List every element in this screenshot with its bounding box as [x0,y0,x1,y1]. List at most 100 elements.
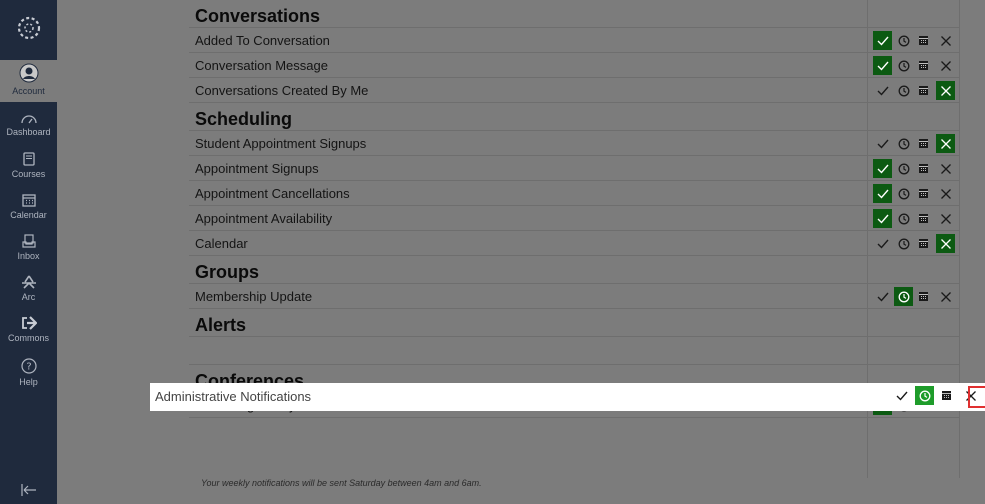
frequency-off-button[interactable] [936,56,955,75]
nav-item-courses[interactable]: Courses [0,152,57,179]
clock-icon [898,85,910,97]
frequency-weekly-button[interactable] [914,159,933,178]
frequency-off-button[interactable] [936,31,955,50]
frequency-weekly-button[interactable] [914,184,933,203]
frequency-immediately-button[interactable] [873,287,892,306]
notification-preferences-table: Conversations Added To Conversation Conver… [189,0,960,504]
close-icon [940,291,952,303]
nav-item-account[interactable]: Account [0,60,57,102]
close-icon [940,60,952,72]
frequency-daily-button[interactable] [894,31,913,50]
frequency-daily-button[interactable] [894,81,913,100]
clock-icon [898,291,910,303]
frequency-off-button[interactable] [936,184,955,203]
clock-icon [898,163,910,175]
clock-icon [898,35,910,47]
frequency-weekly-button[interactable] [914,31,933,50]
check-icon [877,86,889,96]
frequency-weekly-button[interactable] [914,209,933,228]
frequency-off-button[interactable] [936,234,955,253]
user-icon [0,63,57,85]
frequency-daily-button[interactable] [894,234,913,253]
calendar-icon [918,138,929,149]
frequency-off-button[interactable] [936,81,955,100]
frequency-controls [873,209,953,228]
frequency-daily-button[interactable] [894,287,913,306]
frequency-immediately-button[interactable] [873,81,892,100]
notification-name: Appointment Signups [195,161,319,176]
nav-item-calendar[interactable]: Calendar [0,193,57,220]
frequency-immediately-button[interactable] [892,386,911,405]
nav-item-label: Help [19,377,38,387]
nav-item-help[interactable]: ? Help [0,358,57,387]
frequency-weekly-button[interactable] [914,134,933,153]
frequency-off-button[interactable] [936,134,955,153]
category-title: Scheduling [195,109,293,129]
frequency-controls [892,386,976,405]
nav-item-label: Calendar [10,210,47,220]
frequency-controls [873,81,955,100]
frequency-daily-button[interactable] [894,56,913,75]
frequency-immediately-button[interactable] [873,209,892,228]
dashboard-icon [0,112,57,126]
notification-row: Student Appointment Signups [189,131,959,156]
logo[interactable] [0,0,57,55]
frequency-daily-button[interactable] [894,159,913,178]
notification-row: Appointment Signups [189,156,959,181]
frequency-daily-button[interactable] [894,209,913,228]
calendar-icon [918,35,929,46]
nav-item-inbox[interactable]: Inbox [0,234,57,261]
focus-outline [968,386,985,408]
frequency-controls [873,184,953,203]
frequency-weekly-button[interactable] [914,234,933,253]
check-icon [877,189,889,199]
category-header: Groups [189,256,959,284]
nav-item-commons[interactable]: Commons [0,316,57,343]
notification-name: Conversations Created By Me [195,83,369,98]
frequency-daily-button[interactable] [915,386,934,405]
check-icon [896,391,908,401]
frequency-off-button[interactable] [936,159,955,178]
notification-row: Membership Update [189,284,959,309]
nav-item-dashboard[interactable]: Dashboard [0,112,57,137]
calendar-icon [918,213,929,224]
calendar-icon [941,390,952,401]
category-header: Scheduling [189,103,959,131]
nav-item-arc[interactable]: Arc [0,275,57,302]
commons-icon [0,316,57,332]
frequency-immediately-button[interactable] [873,159,892,178]
clock-icon [898,213,910,225]
frequency-controls [873,234,955,253]
frequency-off-button[interactable] [936,209,955,228]
category-title: Alerts [195,315,247,335]
nav-item-label: Courses [11,169,46,179]
notification-row: Conversations Created By Me [189,78,959,103]
frequency-daily-button[interactable] [894,134,913,153]
category-header: Alerts [189,309,959,337]
close-icon [940,163,952,175]
frequency-weekly-button[interactable] [937,386,956,405]
frequency-weekly-button[interactable] [914,56,933,75]
frequency-immediately-button[interactable] [873,56,892,75]
notification-row: Conversation Message [189,53,959,78]
frequency-immediately-button[interactable] [873,31,892,50]
frequency-immediately-button[interactable] [873,184,892,203]
collapse-nav-button[interactable] [0,484,57,498]
frequency-off-button[interactable] [936,287,955,306]
frequency-weekly-button[interactable] [914,81,933,100]
frequency-immediately-button[interactable] [873,134,892,153]
calendar-icon [918,238,929,249]
check-icon [877,239,889,249]
notification-name: Appointment Cancellations [195,186,350,201]
notification-row: Calendar [189,231,959,256]
inbox-icon [0,234,57,250]
frequency-weekly-button[interactable] [914,287,933,306]
frequency-immediately-button[interactable] [873,234,892,253]
frequency-controls [873,159,953,178]
footnote: Your weekly notifications will be sent S… [201,478,482,488]
close-icon [940,85,952,97]
notification-row: Appointment Cancellations [189,181,959,206]
clock-icon [919,390,931,402]
frequency-daily-button[interactable] [894,184,913,203]
close-icon [940,188,952,200]
